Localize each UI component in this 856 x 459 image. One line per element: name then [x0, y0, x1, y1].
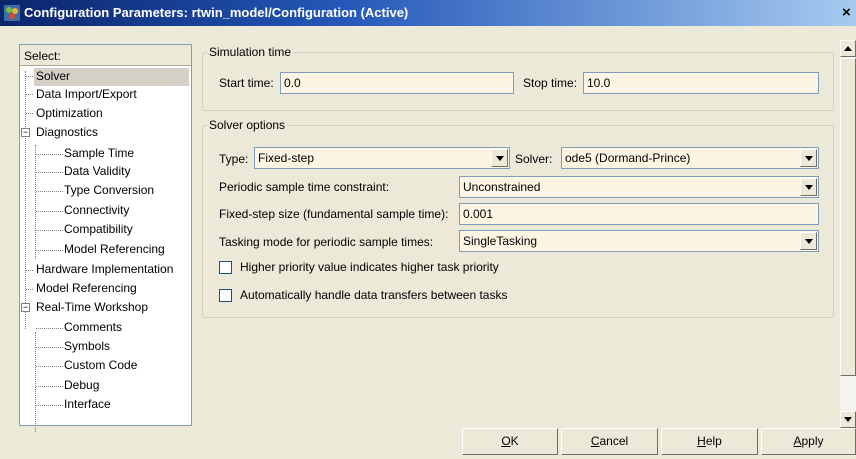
priority-checkbox-label[interactable]: Higher priority value indicates higher t…: [240, 260, 499, 274]
fixed-step-size-label: Fixed-step size (fundamental sample time…: [219, 207, 449, 221]
tree-item-symbols[interactable]: Symbols: [64, 338, 110, 356]
chevron-down-icon[interactable]: [800, 232, 817, 250]
ok-label: K: [510, 434, 519, 448]
tasking-mode-select[interactable]: SingleTasking: [459, 230, 819, 252]
title-bar[interactable]: Configuration Parameters: rtwin_model/Co…: [0, 0, 856, 26]
tree-item-label: Sample Time: [64, 146, 135, 160]
cancel-label: ancel: [599, 434, 629, 448]
priority-checkbox[interactable]: [219, 261, 232, 274]
help-label: elp: [705, 434, 722, 448]
tree-item-comments[interactable]: Comments: [64, 319, 122, 337]
tree-item-type-conversion[interactable]: Type Conversion: [64, 182, 154, 200]
start-time-label: Start time:: [219, 76, 274, 90]
tasking-mode-label: Tasking mode for periodic sample times:: [219, 235, 434, 249]
app-icon: [4, 5, 20, 21]
auto-handle-checkbox[interactable]: [219, 289, 232, 302]
collapse-diagnostics-icon[interactable]: −: [21, 128, 30, 137]
ok-mnemonic: O: [501, 434, 511, 448]
category-tree[interactable]: Select: Solver Data Import/Export Optimi…: [19, 44, 192, 432]
periodic-constraint-value: Unconstrained: [463, 180, 541, 194]
type-select-value: Fixed-step: [258, 151, 315, 165]
type-select[interactable]: Fixed-step: [254, 147, 510, 169]
tree-item-label: Comments: [64, 320, 123, 334]
stop-time-input[interactable]: 10.0: [583, 72, 819, 94]
auto-handle-checkbox-label[interactable]: Automatically handle data transfers betw…: [240, 288, 507, 302]
tree-item-hardware-implementation[interactable]: Hardware Implementation: [34, 261, 173, 279]
solver-options-title: Solver options: [207, 118, 288, 132]
window-title: Configuration Parameters: rtwin_model/Co…: [24, 5, 409, 20]
tree-header: Select:: [20, 45, 191, 66]
help-button[interactable]: Help: [661, 428, 758, 455]
chevron-down-icon[interactable]: [800, 149, 817, 167]
tree-item-model-referencing[interactable]: Model Referencing: [34, 280, 137, 298]
tree-item-solver[interactable]: Solver: [34, 68, 189, 86]
chevron-down-icon[interactable]: [491, 149, 508, 167]
solver-label: Solver:: [515, 152, 553, 166]
tree-item-label: Model Referencing: [36, 281, 137, 295]
configuration-parameters-dialog: Configuration Parameters: rtwin_model/Co…: [0, 0, 856, 459]
tree-item-optimization[interactable]: Optimization: [34, 105, 103, 123]
chevron-down-icon[interactable]: [800, 178, 817, 196]
tree-item-label: Optimization: [36, 106, 103, 120]
close-icon[interactable]: ×: [842, 3, 856, 23]
tree-item-label: Data Import/Export: [36, 87, 137, 101]
solver-select-value: ode5 (Dormand-Prince): [565, 151, 691, 165]
fixed-step-size-input[interactable]: 0.001: [459, 203, 819, 225]
start-time-input[interactable]: 0.0: [280, 72, 514, 94]
tree-item-label: Solver: [36, 69, 71, 83]
tree-item-connectivity[interactable]: Connectivity: [64, 202, 129, 220]
periodic-constraint-select[interactable]: Unconstrained: [459, 176, 819, 198]
apply-label: pply: [801, 434, 824, 448]
tree-item-label: Symbols: [64, 339, 111, 353]
tree-item-label: Connectivity: [64, 203, 130, 217]
ok-button[interactable]: OK: [462, 428, 558, 455]
scroll-up-icon[interactable]: [840, 40, 856, 57]
tree-item-data-validity[interactable]: Data Validity: [64, 163, 130, 181]
scroll-down-icon[interactable]: [840, 411, 856, 428]
apply-button[interactable]: Apply: [761, 428, 856, 455]
apply-mnemonic: A: [793, 434, 802, 448]
cancel-button[interactable]: Cancel: [561, 428, 658, 455]
tree-item-sample-time[interactable]: Sample Time: [64, 145, 134, 163]
tree-item-diagnostics[interactable]: Diagnostics: [34, 124, 98, 142]
tree-item-label: Compatibility: [64, 222, 133, 236]
tree-item-label: Hardware Implementation: [36, 262, 174, 276]
collapse-real-time-workshop-icon[interactable]: −: [21, 303, 30, 312]
vertical-scrollbar[interactable]: [840, 40, 856, 428]
tree-item-real-time-workshop[interactable]: Real-Time Workshop: [34, 299, 148, 317]
tree-item-label: Real-Time Workshop: [36, 300, 149, 314]
tree-item-interface[interactable]: Interface: [64, 396, 111, 414]
tree-item-data-import-export[interactable]: Data Import/Export: [34, 86, 137, 104]
type-label: Type:: [219, 152, 249, 166]
tree-item-debug[interactable]: Debug: [64, 377, 99, 395]
tree-item-label: Interface: [64, 397, 111, 411]
simulation-time-title: Simulation time: [207, 45, 294, 59]
solver-select[interactable]: ode5 (Dormand-Prince): [561, 147, 819, 169]
tasking-mode-value: SingleTasking: [463, 234, 538, 248]
tree-item-label: Type Conversion: [64, 183, 155, 197]
tree-item-model-referencing-diag[interactable]: Model Referencing: [64, 241, 165, 259]
help-mnemonic: H: [697, 434, 706, 448]
tree-item-label: Debug: [64, 378, 100, 392]
scrollbar-thumb[interactable]: [840, 58, 856, 376]
tree-item-compatibility[interactable]: Compatibility: [64, 221, 133, 239]
stop-time-label: Stop time:: [523, 76, 578, 90]
tree-item-label: Data Validity: [64, 164, 131, 178]
tree-item-label: Custom Code: [64, 358, 138, 372]
tree-item-custom-code[interactable]: Custom Code: [64, 357, 137, 375]
tree-item-label: Model Referencing: [64, 242, 165, 256]
periodic-constraint-label: Periodic sample time constraint:: [219, 180, 390, 194]
tree-item-label: Diagnostics: [36, 125, 99, 139]
